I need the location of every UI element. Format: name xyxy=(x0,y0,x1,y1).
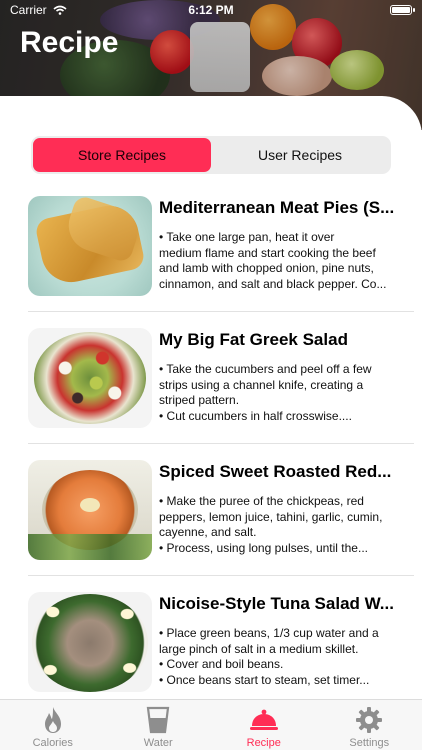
tab-bar: Calories Water Recipe Settings xyxy=(0,699,422,750)
page-title: Recipe xyxy=(20,26,119,59)
tab-recipe[interactable]: Recipe xyxy=(211,700,317,750)
flame-icon xyxy=(38,706,68,734)
recipe-thumbnail xyxy=(28,460,152,560)
recipe-description: • Make the puree of the chickpeas, red p… xyxy=(159,494,383,555)
tab-label: Settings xyxy=(349,737,390,749)
recipe-description: • Take one large pan, heat it over mediu… xyxy=(159,230,387,291)
tab-label: Recipe xyxy=(246,737,281,749)
segment-user-recipes[interactable]: User Recipes xyxy=(211,138,389,172)
recipe-row[interactable]: Nicoise-Style Tuna Salad W... • Place gr… xyxy=(28,576,414,708)
battery-icon xyxy=(390,5,415,15)
gear-icon xyxy=(354,706,384,734)
recipe-description: • Take the cucumbers and peel off a few … xyxy=(159,362,372,423)
tab-settings[interactable]: Settings xyxy=(317,700,422,750)
water-glass-icon xyxy=(143,706,173,734)
recipe-title: Spiced Sweet Roasted Red... xyxy=(159,462,392,481)
recipe-row[interactable]: Spiced Sweet Roasted Red... • Make the p… xyxy=(28,444,414,576)
tab-water[interactable]: Water xyxy=(106,700,212,750)
recipe-row[interactable]: Mediterranean Meat Pies (S... • Take one… xyxy=(28,180,414,312)
carrier-label: Carrier xyxy=(10,3,47,17)
recipe-thumbnail xyxy=(28,196,152,296)
segment-store-recipes[interactable]: Store Recipes xyxy=(33,138,211,172)
tab-label: Calories xyxy=(32,737,73,749)
wifi-icon xyxy=(53,5,67,15)
food-cloche-icon xyxy=(249,706,279,734)
recipe-title: Mediterranean Meat Pies (S... xyxy=(159,198,395,217)
recipe-source-segmented-control: Store Recipes User Recipes xyxy=(31,136,391,174)
recipe-row[interactable]: My Big Fat Greek Salad • Take the cucumb… xyxy=(28,312,414,444)
recipe-thumbnail xyxy=(28,328,152,428)
recipe-thumbnail xyxy=(28,592,152,692)
recipe-description: • Place green beans, 1/3 cup water and a… xyxy=(159,626,379,687)
tab-calories[interactable]: Calories xyxy=(0,700,106,750)
recipe-title: My Big Fat Greek Salad xyxy=(159,330,348,349)
recipe-title: Nicoise-Style Tuna Salad W... xyxy=(159,594,394,613)
tab-label: Water xyxy=(143,737,173,749)
status-bar: Carrier 6:12 PM xyxy=(0,0,422,20)
